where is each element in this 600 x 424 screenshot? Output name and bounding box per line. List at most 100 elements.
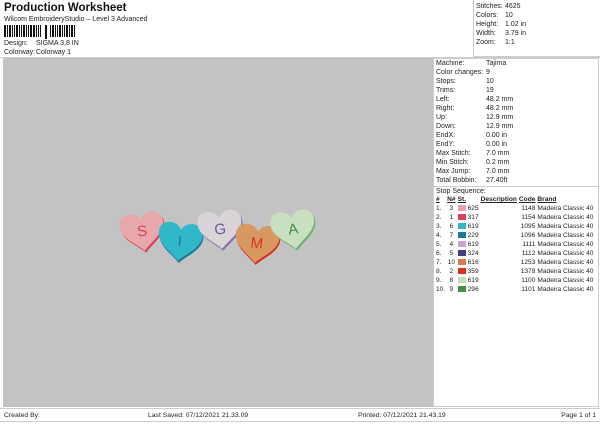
last-saved: Last Saved: 07/12/2021 21.33.09 — [148, 411, 249, 419]
info-label: Colors: — [476, 12, 499, 19]
machine-label: Right: — [436, 105, 455, 112]
info-value: 10 — [505, 12, 513, 19]
machine-value: 12.9 mm — [486, 123, 514, 130]
info-row: Width: 3.79 in — [476, 29, 600, 38]
table-row: 5. 4 619 1111 Madeira Classic 40 — [436, 240, 595, 249]
info-label: Stitches: — [476, 3, 503, 10]
info-row: Zoom: 1:1 — [476, 38, 600, 47]
stitch-count: 229 — [467, 232, 479, 239]
stop-index: 10. — [436, 286, 446, 293]
column-header: # — [436, 196, 440, 203]
thread-code: 1095 — [520, 223, 536, 230]
table-row: 2. 1 317 1154 Madeira Classic 40 — [436, 213, 595, 222]
machine-label: Down: — [436, 123, 456, 130]
color-swatch — [457, 214, 466, 221]
machine-row: Down: 12.9 mm — [434, 122, 598, 131]
description — [481, 258, 519, 267]
stitch-cell: 619 — [457, 240, 481, 249]
stitch-count: 324 — [467, 250, 479, 257]
thread-brand: Madeira Classic 40 — [537, 259, 594, 266]
machine-label: Machine: — [436, 60, 465, 67]
machine-row: EndX: 0.00 in — [434, 131, 598, 140]
barcode — [4, 25, 91, 39]
stop-index: 3. — [436, 223, 442, 230]
stitch-cell: 619 — [457, 276, 481, 285]
stitch-cell: 317 — [457, 213, 481, 222]
machine-row: Min Stitch: 0.2 mm — [434, 158, 598, 167]
info-label: Width: — [476, 30, 496, 37]
stitch-cell: 616 — [457, 258, 481, 267]
description — [481, 240, 519, 249]
needle-number: 5 — [449, 250, 454, 257]
machine-row: Left: 48.2 mm — [434, 95, 598, 104]
created-by: Created By: — [4, 411, 40, 419]
heart-letter: M — [250, 234, 264, 252]
thread-code: 1096 — [520, 232, 536, 239]
info-label: Zoom: — [476, 39, 496, 46]
stop-sequence-table: # N# St. Description Code Brand 1. 3 625 1148 Made… — [436, 195, 595, 294]
thread-brand: Madeira Classic 40 — [537, 214, 594, 221]
colorway-value: Colorway 1 — [36, 49, 72, 56]
barcode-bar — [62, 25, 63, 37]
info-value: 4625 — [505, 3, 521, 10]
color-swatch — [457, 205, 466, 212]
machine-label: Up: — [436, 114, 447, 121]
color-swatch — [457, 232, 466, 239]
column-header: St. — [457, 196, 467, 203]
needle-number: 9 — [449, 286, 454, 293]
stitch-count: 359 — [467, 268, 479, 275]
barcode-bar — [50, 25, 51, 37]
stitch-count: 616 — [467, 259, 479, 266]
table-row: 7. 10 616 1253 Madeira Classic 40 — [436, 258, 595, 267]
heart-letter: G — [213, 220, 226, 238]
summary-info: Stitches: 4625 Colors: 10 Height: 1.02 in Widt… — [473, 0, 600, 57]
machine-label: Max Jump: — [436, 168, 471, 175]
color-swatch — [457, 259, 466, 266]
thread-code: 1112 — [521, 250, 536, 257]
table-row: 6. 5 324 1112 Madeira Classic 40 — [436, 249, 595, 258]
thread-code: 1154 — [521, 214, 536, 221]
footer: Created By: Last Saved: 07/12/2021 21.33… — [0, 408, 600, 422]
needle-number: 3 — [449, 205, 454, 212]
description — [481, 267, 519, 276]
thread-brand: Madeira Classic 40 — [537, 205, 594, 212]
embroidery-design: SIGMA — [119, 209, 316, 265]
barcode-bar — [74, 25, 75, 37]
thread-brand: Madeira Classic 40 — [537, 223, 594, 230]
needle-number: 10 — [447, 259, 456, 266]
machine-value: 0.2 mm — [486, 159, 510, 166]
page-title: Production Worksheet — [4, 2, 127, 14]
color-swatch — [457, 277, 466, 284]
table-row: 4. 7 229 1096 Madeira Classic 40 — [436, 231, 595, 240]
machine-label: Total Bobbin: — [436, 177, 477, 184]
stop-index: 1. — [436, 205, 442, 212]
needle-number: 8 — [449, 277, 454, 284]
barcode-bar — [45, 25, 47, 39]
stop-index: 2. — [436, 214, 442, 221]
machine-label: Trims: — [436, 87, 456, 94]
barcode-bar — [55, 25, 56, 37]
description — [481, 222, 519, 231]
machine-label: Stops: — [436, 78, 456, 85]
machine-value: 48.2 mm — [486, 105, 514, 112]
barcode-bar — [9, 25, 11, 37]
thread-code: 1111 — [522, 241, 536, 248]
machine-label: Min Stitch: — [436, 159, 469, 166]
needle-number: 7 — [449, 232, 454, 239]
stitch-cell: 324 — [457, 249, 481, 258]
thread-brand: Madeira Classic 40 — [537, 241, 594, 248]
barcode-bar — [38, 25, 39, 37]
stitch-cell: 625 — [457, 204, 481, 213]
barcode-bar — [52, 25, 54, 37]
info-label: Height: — [476, 21, 499, 28]
color-swatch — [457, 268, 466, 275]
machine-value: 0.00 in — [486, 141, 508, 148]
design-value: SIGMA 3,8 IN — [36, 40, 79, 47]
info-value: 3.79 in — [505, 30, 527, 37]
info-row: Stitches: 4625 — [476, 2, 600, 11]
machine-value: 9 — [486, 69, 490, 76]
machine-row: Right: 48.2 mm — [434, 104, 598, 113]
thread-code: 1148 — [521, 205, 536, 212]
heart-i: I — [158, 221, 204, 263]
barcode-bar — [21, 25, 22, 37]
